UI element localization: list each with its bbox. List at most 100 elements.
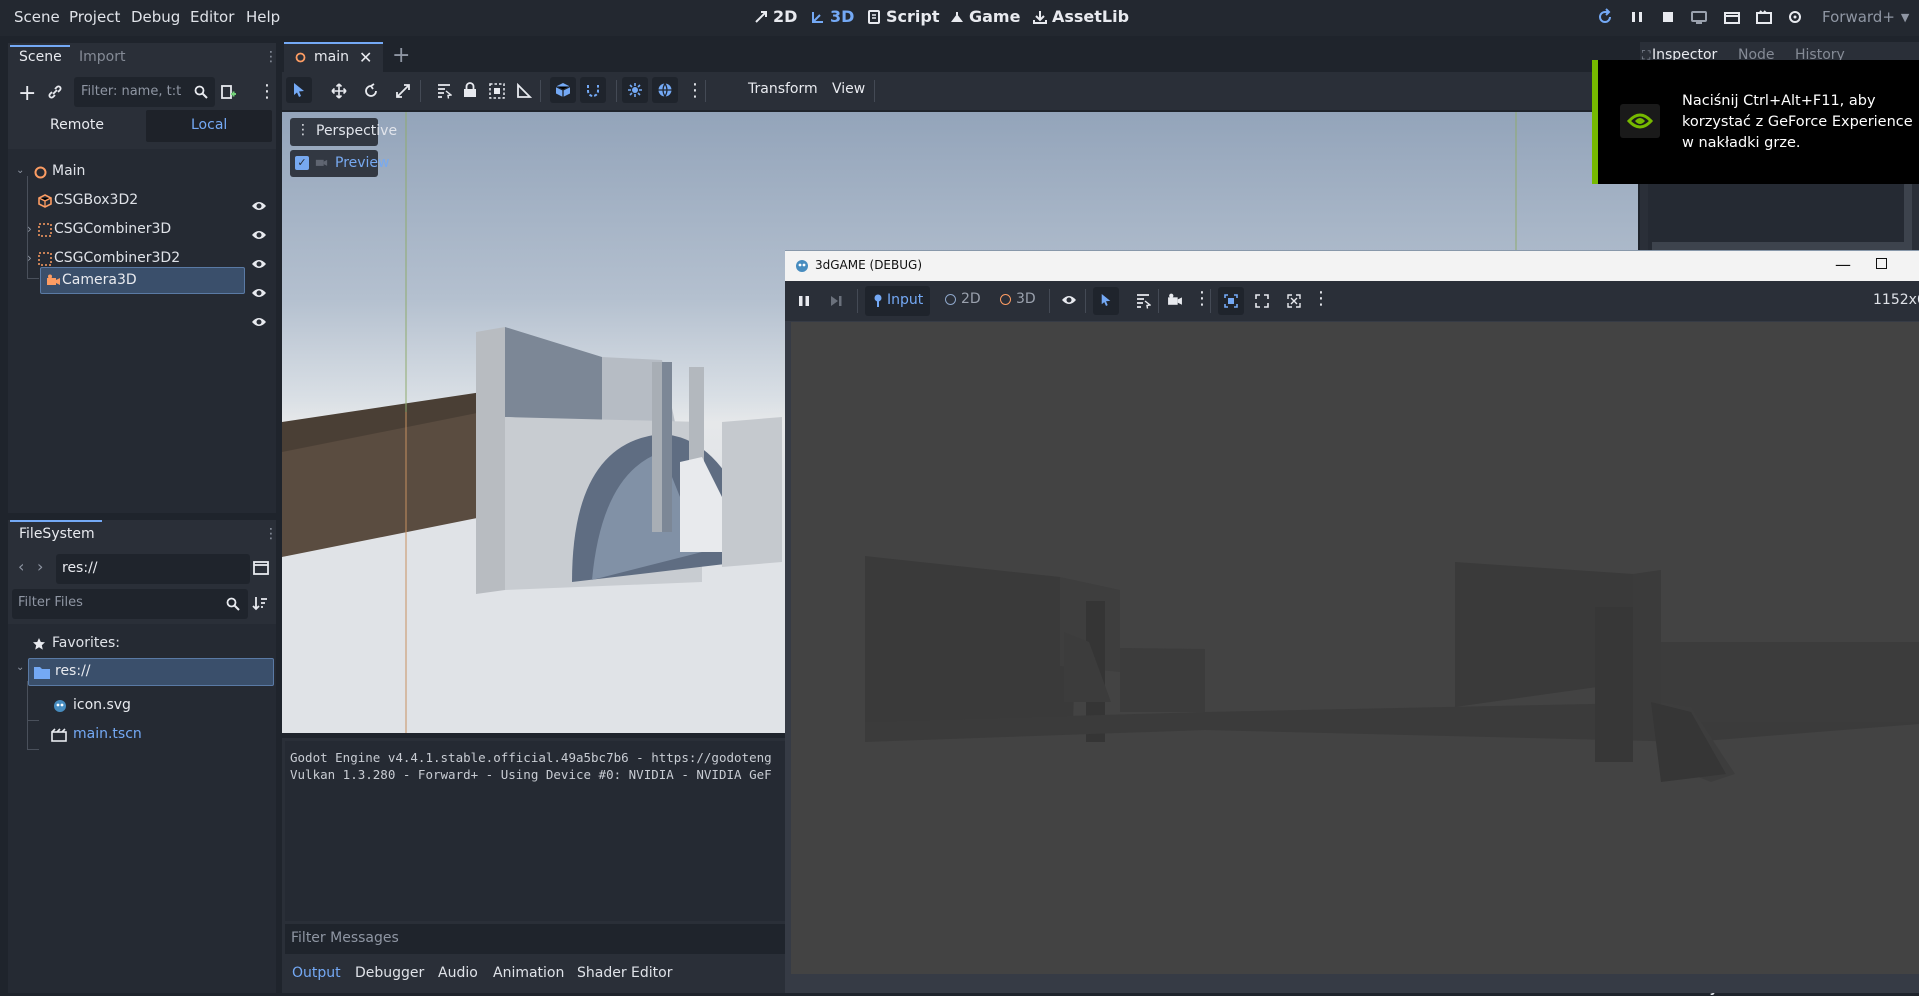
- node2d-icon: [945, 294, 956, 305]
- embed-options-icon[interactable]: ⋮: [1312, 288, 1330, 309]
- list-select-icon[interactable]: [436, 83, 452, 99]
- play-scene-icon[interactable]: [1755, 8, 1777, 28]
- menu-debug[interactable]: Debug: [131, 8, 180, 26]
- next-frame-icon[interactable]: [829, 294, 843, 308]
- tree-item-camera3d[interactable]: Camera3D: [40, 267, 245, 294]
- snap-button[interactable]: [580, 77, 606, 103]
- perspective-menu[interactable]: ⋮ Perspective: [290, 118, 397, 146]
- local-button[interactable]: Local: [146, 110, 272, 142]
- lock-icon[interactable]: [463, 82, 477, 98]
- fixed-size-button[interactable]: [1218, 287, 1244, 315]
- view-menu[interactable]: View: [832, 81, 865, 97]
- group-icon[interactable]: [489, 83, 505, 99]
- log-line: Godot Engine v4.4.1.stable.official.49a5…: [290, 750, 772, 765]
- menu-project[interactable]: Project: [69, 8, 120, 26]
- camera-override-icon[interactable]: [1167, 293, 1183, 307]
- pause-icon[interactable]: [1628, 8, 1650, 28]
- filter-files-input[interactable]: Filter Files: [12, 589, 248, 619]
- sort-icon[interactable]: [252, 595, 268, 611]
- remote-button[interactable]: Remote: [12, 110, 140, 142]
- visibility-eye-icon[interactable]: [251, 229, 269, 243]
- game-viewport[interactable]: [791, 322, 1919, 974]
- menu-editor[interactable]: Editor: [190, 8, 234, 26]
- nvidia-overlay-toast: Naciśnij Ctrl+Alt+F11, aby korzystać z G…: [1592, 60, 1919, 184]
- tab-shader-editor[interactable]: Shader Editor: [577, 965, 672, 981]
- forward-arrow-icon[interactable]: ›: [37, 557, 43, 576]
- pause-icon[interactable]: [797, 294, 811, 308]
- chevron-down-icon[interactable]: ⌄: [16, 662, 24, 673]
- local-space-button[interactable]: [550, 77, 576, 103]
- preview-toggle[interactable]: ✓ Preview: [290, 150, 390, 177]
- stretch-icon[interactable]: [1287, 294, 1301, 308]
- close-tab-icon[interactable]: ✕: [359, 48, 372, 67]
- scale-tool-icon[interactable]: [395, 83, 411, 99]
- visibility-eye-icon[interactable]: [251, 287, 269, 301]
- game-window-titlebar[interactable]: 3dGAME (DEBUG) —: [785, 251, 1919, 281]
- tab-main[interactable]: main ✕: [284, 42, 383, 72]
- back-arrow-icon[interactable]: ‹: [18, 557, 24, 576]
- eye-icon[interactable]: [1061, 294, 1077, 306]
- tab-debugger[interactable]: Debugger: [355, 965, 424, 981]
- search-icon: [226, 597, 240, 611]
- scene-options-icon[interactable]: ⋮: [258, 81, 276, 102]
- chevron-right-icon[interactable]: ›: [27, 222, 32, 236]
- add-tab-icon[interactable]: +: [392, 43, 410, 68]
- folder-icon: [34, 666, 50, 679]
- workspace-game-button[interactable]: Game: [949, 7, 1020, 26]
- filter-messages-input[interactable]: Filter Messages: [285, 924, 787, 954]
- select-mode-button[interactable]: [1093, 287, 1119, 315]
- input-toggle-button[interactable]: Input: [865, 286, 930, 316]
- scene-dock: Scene Import ⋮ + Filter: name, t:t ⋮ Rem…: [8, 43, 278, 513]
- path-input[interactable]: res://: [56, 554, 250, 584]
- dock-menu-icon[interactable]: ⋮: [264, 49, 278, 65]
- list-select-icon[interactable]: [1135, 293, 1151, 309]
- keep-aspect-icon[interactable]: [1255, 294, 1269, 308]
- workspace-2d-button[interactable]: 2D: [753, 7, 797, 26]
- visibility-eye-icon[interactable]: [251, 316, 269, 330]
- camera-options-icon[interactable]: ⋮: [1193, 288, 1211, 309]
- file-item-res[interactable]: res://: [28, 658, 274, 686]
- environment-options-icon[interactable]: ⋮: [686, 80, 704, 101]
- 3d-icon: [810, 9, 826, 25]
- tab-animation[interactable]: Animation: [493, 965, 564, 981]
- chevron-down-icon[interactable]: ⌄: [16, 165, 24, 176]
- split-view-icon[interactable]: [253, 560, 269, 576]
- workspace-assetlib-button[interactable]: AssetLib: [1032, 7, 1129, 26]
- scene-filter-input[interactable]: Filter: name, t:t: [74, 77, 215, 107]
- tab-import[interactable]: Import: [79, 49, 125, 65]
- move-tool-icon[interactable]: [331, 83, 347, 99]
- play-custom-icon[interactable]: [1786, 8, 1808, 28]
- checkbox-checked-icon[interactable]: ✓: [295, 156, 309, 170]
- svg-file-icon: [53, 699, 67, 713]
- renderer-selector[interactable]: Forward+ ▼: [1822, 8, 1909, 26]
- workspace-script-button[interactable]: Script: [866, 7, 939, 26]
- tab-output[interactable]: Output: [292, 965, 341, 981]
- menu-help[interactable]: Help: [246, 8, 280, 26]
- attach-script-icon[interactable]: [219, 83, 237, 101]
- chevron-down-icon: ▼: [1900, 10, 1910, 24]
- tab-audio[interactable]: Audio: [438, 965, 478, 981]
- workspace-3d-button[interactable]: 3D: [810, 7, 854, 26]
- maximize-icon[interactable]: [1876, 258, 1887, 269]
- transform-menu[interactable]: Transform: [748, 81, 818, 97]
- visibility-eye-icon[interactable]: [251, 200, 269, 214]
- remote-debug-icon[interactable]: [1690, 8, 1712, 28]
- add-node-icon[interactable]: +: [18, 81, 36, 106]
- select-tool-button[interactable]: [286, 77, 312, 103]
- stop-icon[interactable]: [1659, 8, 1681, 28]
- toggle-environment-button[interactable]: [652, 77, 678, 103]
- minimize-icon[interactable]: —: [1835, 255, 1851, 274]
- chevron-right-icon[interactable]: ›: [27, 251, 32, 265]
- dock-menu-icon[interactable]: ⋮: [264, 526, 278, 542]
- movie-maker-icon[interactable]: [1723, 8, 1745, 28]
- toggle-sun-button[interactable]: [622, 77, 648, 103]
- visibility-eye-icon[interactable]: [251, 258, 269, 272]
- game-toolbar: Input 2D 3D ⋮ ⋮ 1152x6: [785, 281, 1919, 321]
- tab-scene[interactable]: Scene: [19, 49, 62, 65]
- tab-filesystem[interactable]: FileSystem: [19, 526, 95, 542]
- rotate-tool-icon[interactable]: [363, 83, 379, 99]
- ruler-icon[interactable]: [516, 83, 532, 99]
- link-icon[interactable]: [47, 84, 63, 100]
- menu-scene[interactable]: Scene: [14, 8, 60, 26]
- reload-icon[interactable]: [1596, 8, 1618, 28]
